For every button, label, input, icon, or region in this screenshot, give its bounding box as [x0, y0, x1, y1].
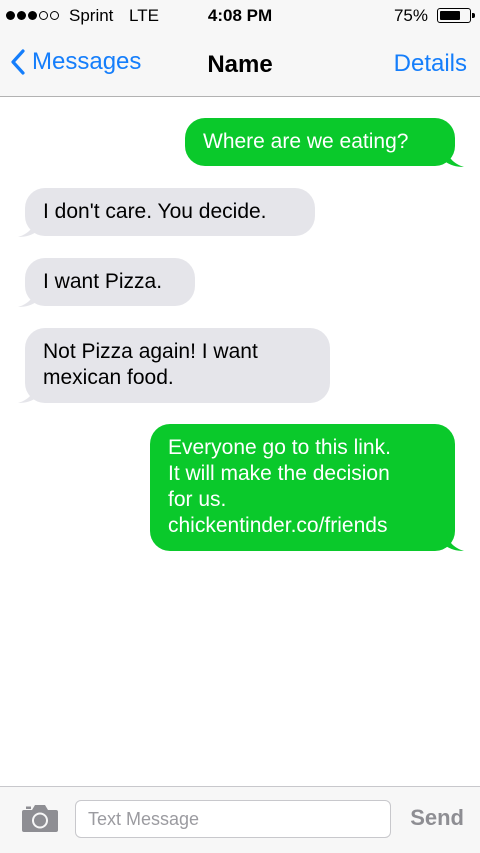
- message-line: for us.: [168, 488, 227, 511]
- details-button[interactable]: Details: [394, 50, 467, 78]
- battery-icon: [437, 8, 475, 23]
- message-input[interactable]: [75, 800, 391, 838]
- message-line: It will make the decision: [168, 462, 390, 485]
- incoming-message[interactable]: I want Pizza.: [25, 258, 195, 306]
- incoming-message[interactable]: I don't care. You decide.: [25, 188, 315, 236]
- message-line: Where are we eating?: [203, 130, 409, 153]
- bubble-tail: [18, 384, 36, 403]
- message-line: I want Pizza.: [43, 270, 163, 293]
- message-line: mexican food.: [43, 366, 174, 389]
- outgoing-message[interactable]: Everyone go to this link. It will make t…: [150, 424, 455, 551]
- battery-percent: 75%: [393, 6, 428, 25]
- bubble-tail: [446, 148, 464, 167]
- message-line: Not Pizza again! I want: [43, 340, 258, 363]
- camera-icon[interactable]: [20, 802, 60, 834]
- bubble-tail: [18, 218, 36, 237]
- message-composer: Send: [0, 786, 480, 853]
- message-line: I don't care. You decide.: [43, 200, 267, 223]
- send-button[interactable]: Send: [410, 805, 464, 831]
- bubble-tail: [446, 532, 464, 551]
- outgoing-message[interactable]: Where are we eating?: [185, 118, 455, 166]
- navigation-bar: Messages Name Details: [0, 34, 480, 97]
- status-bar: Sprint LTE 4:08 PM 75%: [0, 0, 480, 34]
- incoming-message[interactable]: Not Pizza again! I want mexican food.: [25, 328, 330, 403]
- message-link[interactable]: chickentinder.co/friends: [168, 513, 437, 539]
- bubble-tail: [18, 288, 36, 307]
- message-line: Everyone go to this link.: [168, 436, 391, 459]
